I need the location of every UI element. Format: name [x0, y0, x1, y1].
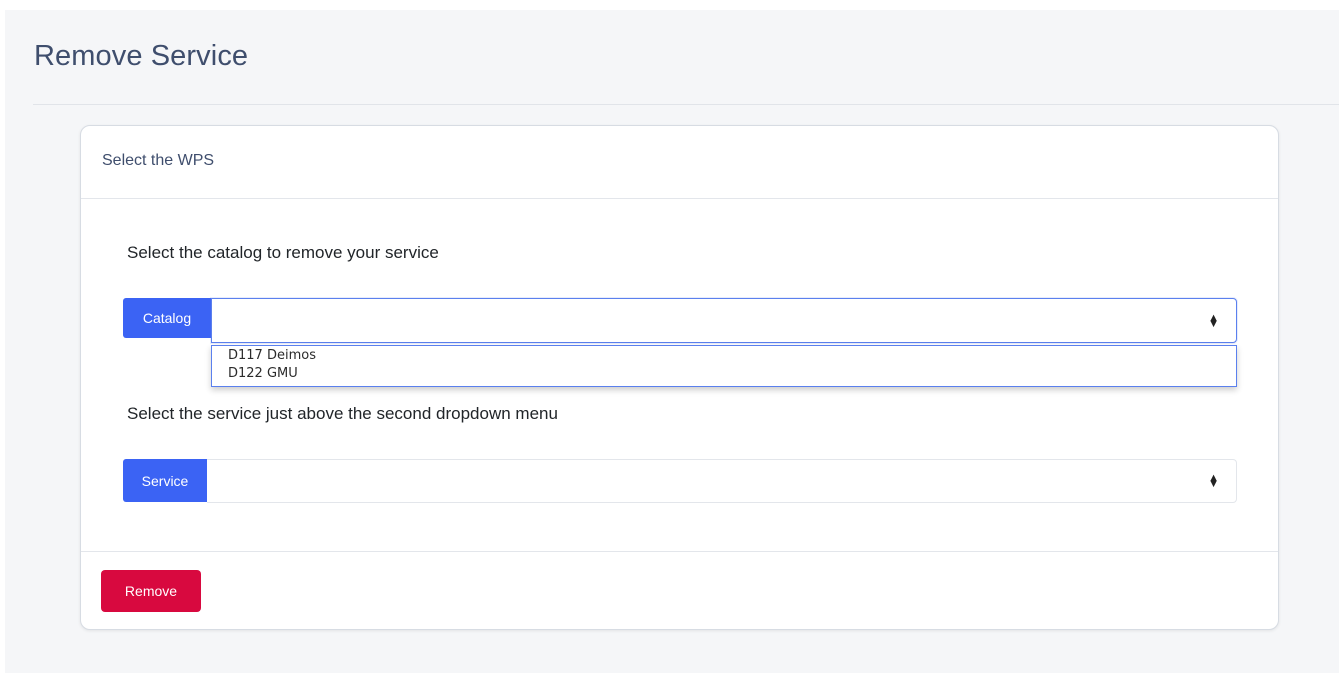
service-addon: Service: [123, 459, 207, 502]
catalog-label: Select the catalog to remove your servic…: [127, 243, 439, 262]
card-header: Select the WPS: [81, 126, 1278, 199]
select-arrows-icon: ▲ ▼: [1208, 311, 1219, 330]
card-header-title: Select the WPS: [102, 152, 215, 169]
title-divider: [33, 104, 1339, 105]
card-footer-divider: [81, 551, 1278, 552]
dropdown-option[interactable]: D117 Deimos: [228, 348, 316, 363]
select-arrows-icon: ▲ ▼: [1208, 472, 1219, 490]
catalog-addon: Catalog: [123, 298, 211, 338]
service-select[interactable]: ▲ ▼: [207, 459, 1237, 503]
catalog-select[interactable]: ▲ ▼: [211, 298, 1237, 343]
page-title: Remove Service: [34, 40, 249, 72]
remove-button[interactable]: Remove: [101, 570, 201, 612]
dropdown-option[interactable]: D122 GMU: [228, 366, 298, 381]
catalog-dropdown-list: D117 Deimos D122 GMU: [211, 345, 1237, 387]
page-container: Remove Service Select the WPS Select the…: [5, 10, 1339, 673]
service-label: Select the service just above the second…: [127, 404, 558, 423]
wps-card: Select the WPS Select the catalog to rem…: [80, 125, 1279, 630]
